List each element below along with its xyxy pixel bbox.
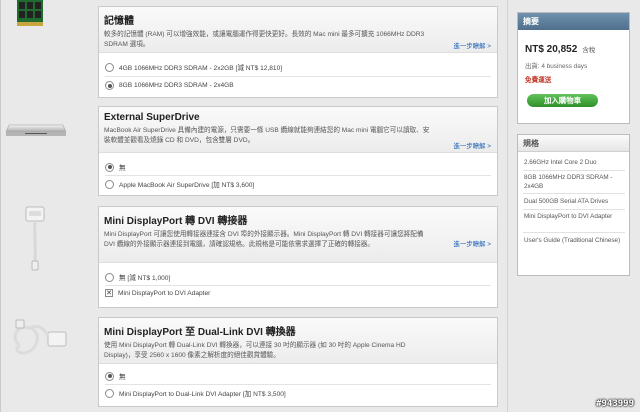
- dual-link-option-none[interactable]: 無: [105, 371, 126, 381]
- summary-panel: 摘要 NT$ 20,852 含稅 出貨: 4 business days 免費運…: [517, 12, 630, 124]
- left-border: [0, 0, 1, 412]
- learn-more-link[interactable]: 進一步瞭解 >: [454, 41, 491, 50]
- radio-button[interactable]: [105, 179, 114, 189]
- option-label: 無: [119, 165, 126, 172]
- radio-button[interactable]: [105, 62, 114, 72]
- option-label: 無: [119, 374, 126, 381]
- total-price: NT$ 20,852: [525, 44, 578, 55]
- option-label: 無 [減 NT$ 1,000]: [119, 275, 171, 282]
- specs-header: 規格: [518, 135, 629, 152]
- divider: [105, 175, 491, 176]
- divider: [105, 76, 491, 77]
- learn-more-link[interactable]: 進一步瞭解 >: [454, 239, 491, 248]
- price-tax-note: 含稅: [582, 46, 596, 54]
- price-line: NT$ 20,852 含稅: [525, 37, 595, 56]
- spec-item: Mini DisplayPort to DVI Adapter: [524, 213, 613, 220]
- ship-time: 出貨: 4 business days: [525, 63, 588, 70]
- superdrive-header: External SuperDrive MacBook Air SuperDri…: [99, 107, 497, 153]
- dual-link-option-adapter[interactable]: Mini DisplayPort to Dual-Link DVI Adapte…: [105, 388, 286, 398]
- superdrive-section: External SuperDrive MacBook Air SuperDri…: [98, 106, 498, 196]
- superdrive-image: [5, 121, 67, 139]
- section-description: Mini DisplayPort 可讓您使用轉接器連接含 DVI 埠的外接顯示器…: [104, 231, 424, 248]
- dual-link-dvi-section: Mini DisplayPort 至 Dual-Link DVI 轉換器 使用 …: [98, 317, 498, 407]
- memory-header: 記憶體 較多的記憶體 (RAM) 可以增強效能，或讓電腦運作得更快更好。長效的 …: [99, 7, 497, 53]
- superdrive-option-add[interactable]: Apple MacBook Air SuperDrive [加 NT$ 3,60…: [105, 179, 254, 189]
- divider: [523, 209, 625, 210]
- option-label: 4GB 1066MHz DDR3 SDRAM - 2x2GB [減 NT$ 12…: [119, 65, 283, 72]
- memory-option-4gb[interactable]: 4GB 1066MHz DDR3 SDRAM - 2x2GB [減 NT$ 12…: [105, 62, 282, 72]
- radio-button[interactable]: [105, 388, 114, 398]
- section-title: Mini DisplayPort 轉 DVI 轉接器: [104, 216, 248, 227]
- option-label: 8GB 1066MHz DDR3 SDRAM - 2x4GB: [119, 82, 234, 89]
- dvi-adapter-section: Mini DisplayPort 轉 DVI 轉接器 Mini DisplayP…: [98, 206, 498, 308]
- divider: [523, 170, 625, 171]
- option-label: Mini DisplayPort to DVI Adapter: [118, 289, 211, 297]
- radio-button[interactable]: [105, 272, 114, 282]
- superdrive-option-none[interactable]: 無: [105, 162, 126, 172]
- free-shipping: 免費運送: [525, 77, 552, 84]
- memory-option-8gb[interactable]: 8GB 1066MHz DDR3 SDRAM - 2x4GB: [105, 81, 234, 90]
- section-title: External SuperDrive: [104, 112, 200, 123]
- divider: [523, 193, 625, 194]
- radio-button-selected[interactable]: [105, 81, 114, 90]
- dvi-option-none[interactable]: 無 [減 NT$ 1,000]: [105, 272, 170, 282]
- divider: [523, 232, 625, 233]
- summary-header: 摘要: [518, 13, 629, 30]
- option-label: Mini DisplayPort to Dual-Link DVI Adapte…: [119, 391, 286, 398]
- memory-section: 記憶體 較多的記憶體 (RAM) 可以增強效能，或讓電腦運作得更快更好。長效的 …: [98, 6, 498, 98]
- spec-item: User's Guide (Traditional Chinese): [524, 237, 621, 244]
- option-label: Apple MacBook Air SuperDrive [加 NT$ 3,60…: [119, 182, 255, 189]
- checkbox-checked[interactable]: ✕: [105, 289, 113, 297]
- section-title: 記憶體: [104, 16, 134, 27]
- column-separator: [507, 0, 508, 412]
- radio-button-selected[interactable]: [105, 371, 114, 381]
- spec-item: 2.66GHz Intel Core 2 Duo: [524, 159, 597, 166]
- section-description: 使用 Mini DisplayPort 轉 Dual-Link DVI 轉換器，…: [104, 342, 406, 359]
- learn-more-link[interactable]: 進一步瞭解 >: [454, 141, 491, 150]
- watermark: #943999: [596, 399, 634, 409]
- memory-module-image: [16, 0, 44, 27]
- spec-item: Dual 500GB Serial ATA Drives: [524, 198, 609, 205]
- dvi-adapter-header: Mini DisplayPort 轉 DVI 轉接器 Mini DisplayP…: [99, 207, 497, 263]
- spec-item: 8GB 1066MHz DDR3 SDRAM - 2x4GB: [524, 174, 613, 190]
- divider: [105, 384, 491, 385]
- radio-button-selected[interactable]: [105, 162, 114, 172]
- section-description: MacBook Air SuperDrive 具備內建的電源，只需要一條 USB…: [104, 127, 430, 144]
- add-to-cart-button[interactable]: 加入購物車: [527, 94, 598, 107]
- dual-link-dvi-header: Mini DisplayPort 至 Dual-Link DVI 轉換器 使用 …: [99, 318, 497, 364]
- section-title: Mini DisplayPort 至 Dual-Link DVI 轉換器: [104, 327, 296, 338]
- dvi-option-adapter[interactable]: ✕ Mini DisplayPort to DVI Adapter: [105, 289, 210, 297]
- dual-link-adapter-image: [8, 318, 70, 362]
- specs-panel: 規格 2.66GHz Intel Core 2 Duo 8GB 1066MHz …: [517, 134, 630, 276]
- divider: [105, 285, 491, 286]
- dvi-adapter-image: [24, 205, 46, 271]
- section-description: 較多的記憶體 (RAM) 可以增強效能，或讓電腦運作得更快更好。長效的 Mac …: [104, 31, 425, 48]
